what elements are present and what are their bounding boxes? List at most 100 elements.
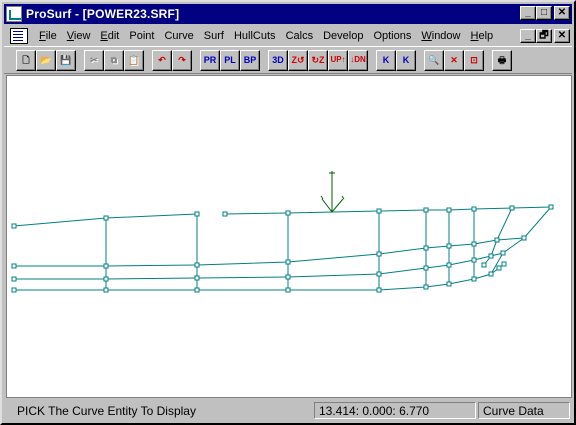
undo-button[interactable]: ↶ [152,49,172,71]
menu-help[interactable]: Help [466,30,499,42]
axis-tick-right[interactable] [341,195,345,200]
control-point-marker[interactable] [376,287,382,293]
control-point-marker[interactable] [446,243,452,249]
control-point-marker[interactable] [471,276,477,282]
knuckle-down-button[interactable]: K [376,49,396,71]
control-point-marker[interactable] [285,259,291,265]
control-point-marker[interactable] [103,276,109,282]
control-point-marker[interactable] [488,271,494,277]
close-button[interactable]: ✕ [554,6,570,20]
doc-close-button[interactable]: ✕ [554,29,570,43]
view-3d-button[interactable]: 3D [268,49,288,71]
cut-button[interactable]: ✂ [84,49,104,71]
menu-view[interactable]: View [62,30,96,42]
view-pr-button[interactable]: PR [200,49,220,71]
menu-surf[interactable]: Surf [199,30,229,42]
control-point-marker[interactable] [423,265,429,271]
document-system-menu-icon[interactable] [10,28,28,44]
open-button[interactable]: 📂 [36,49,56,71]
stem-curve[interactable] [490,206,552,275]
control-point-marker[interactable] [509,205,515,211]
control-point-marker[interactable] [376,208,382,214]
control-point-marker[interactable] [376,251,382,257]
control-point-marker[interactable] [481,262,487,268]
control-point-marker[interactable] [471,241,477,247]
knuckle-up-button[interactable]: K [396,49,416,71]
control-point-marker[interactable] [446,207,452,213]
doc-minimize-button[interactable]: _ [520,29,536,43]
control-point-marker[interactable] [11,276,17,282]
copy-icon: ⧉ [110,54,118,65]
save-button[interactable]: 💾 [56,49,76,71]
prosurf-app-icon[interactable] [6,6,22,22]
control-point-marker[interactable] [11,287,17,293]
control-point-marker[interactable] [11,223,17,229]
control-point-marker[interactable] [494,237,500,243]
body-plan-view-icon: BP [243,54,257,65]
control-point-marker[interactable] [103,215,109,221]
menu-items: File View Edit Point Curve Surf HullCuts Calcs D… [34,30,498,42]
zoom-region-button[interactable]: ⊡ [464,49,484,71]
view-pl-button[interactable]: PL [220,49,240,71]
control-point-marker[interactable] [285,210,291,216]
control-point-marker[interactable] [471,206,477,212]
control-point-marker[interactable] [423,245,429,251]
control-point-marker[interactable] [521,235,527,241]
control-point-marker[interactable] [423,284,429,290]
print-button[interactable]: 🖶 [492,49,512,71]
control-point-marker[interactable] [103,287,109,293]
undo-arrow-icon: ↶ [158,54,166,65]
minimize-button[interactable]: _ [520,6,536,20]
menu-develop[interactable]: Develop [318,30,368,42]
cursor-coordinates: 13.414: 0.000: 6.770 [314,402,476,419]
copy-button[interactable]: ⧉ [104,49,124,71]
view-up-button[interactable]: UP↑ [328,49,348,71]
control-point-marker[interactable] [285,274,291,280]
chine-curve[interactable] [14,237,525,267]
control-point-marker[interactable] [446,262,452,268]
control-point-marker[interactable] [285,287,291,293]
control-point-marker[interactable] [496,265,502,271]
paste-button[interactable]: 📋 [124,49,144,71]
control-point-marker[interactable] [103,263,109,269]
menu-hullcuts[interactable]: HullCuts [229,30,281,42]
view-dn-button[interactable]: ↓DN [348,49,368,71]
menu-edit[interactable]: Edit [95,30,124,42]
control-point-marker[interactable] [423,207,429,213]
menu-calcs[interactable]: Calcs [281,30,319,42]
control-point-marker[interactable] [446,281,452,287]
redo-button[interactable]: ↷ [172,49,192,71]
hull-profile-drawing[interactable] [7,76,571,397]
control-point-marker[interactable] [500,250,506,256]
zoom-out-button[interactable]: ✕ [444,49,464,71]
control-point-marker[interactable] [488,253,494,259]
rotate-z-cw-button[interactable]: ↻Z [308,49,328,71]
control-point-marker[interactable] [194,262,200,268]
paste-icon: 📋 [128,54,140,65]
menu-point[interactable]: Point [124,30,159,42]
menu-curve[interactable]: Curve [159,30,198,42]
view-bp-button[interactable]: BP [240,49,260,71]
control-point-marker[interactable] [194,287,200,293]
control-point-marker[interactable] [194,275,200,281]
axis-tick-left[interactable] [320,195,324,200]
new-doc-button[interactable]: 🗋 [16,49,36,71]
control-point-marker[interactable] [376,271,382,277]
title-bar[interactable]: ProSurf - [POWER23.SRF] _ □ ✕ [4,4,572,24]
control-point-marker[interactable] [501,261,507,267]
control-point-marker[interactable] [548,204,554,210]
new-document-icon: 🗋 [22,54,30,65]
control-point-marker[interactable] [222,211,228,217]
menu-file[interactable]: File [34,30,62,42]
control-point-marker[interactable] [11,263,17,269]
drawing-canvas[interactable] [6,75,572,398]
zoom-button[interactable]: 🔍 [424,49,444,71]
control-point-marker[interactable] [471,257,477,263]
sheer-curve-fwd[interactable] [224,206,552,215]
control-point-marker[interactable] [194,211,200,217]
rotate-z-ccw-button[interactable]: Z↺ [288,49,308,71]
menu-window[interactable]: Window [416,30,465,42]
doc-restore-button[interactable]: 🗗 [536,29,552,43]
menu-options[interactable]: Options [368,30,416,42]
maximize-button[interactable]: □ [536,6,552,20]
